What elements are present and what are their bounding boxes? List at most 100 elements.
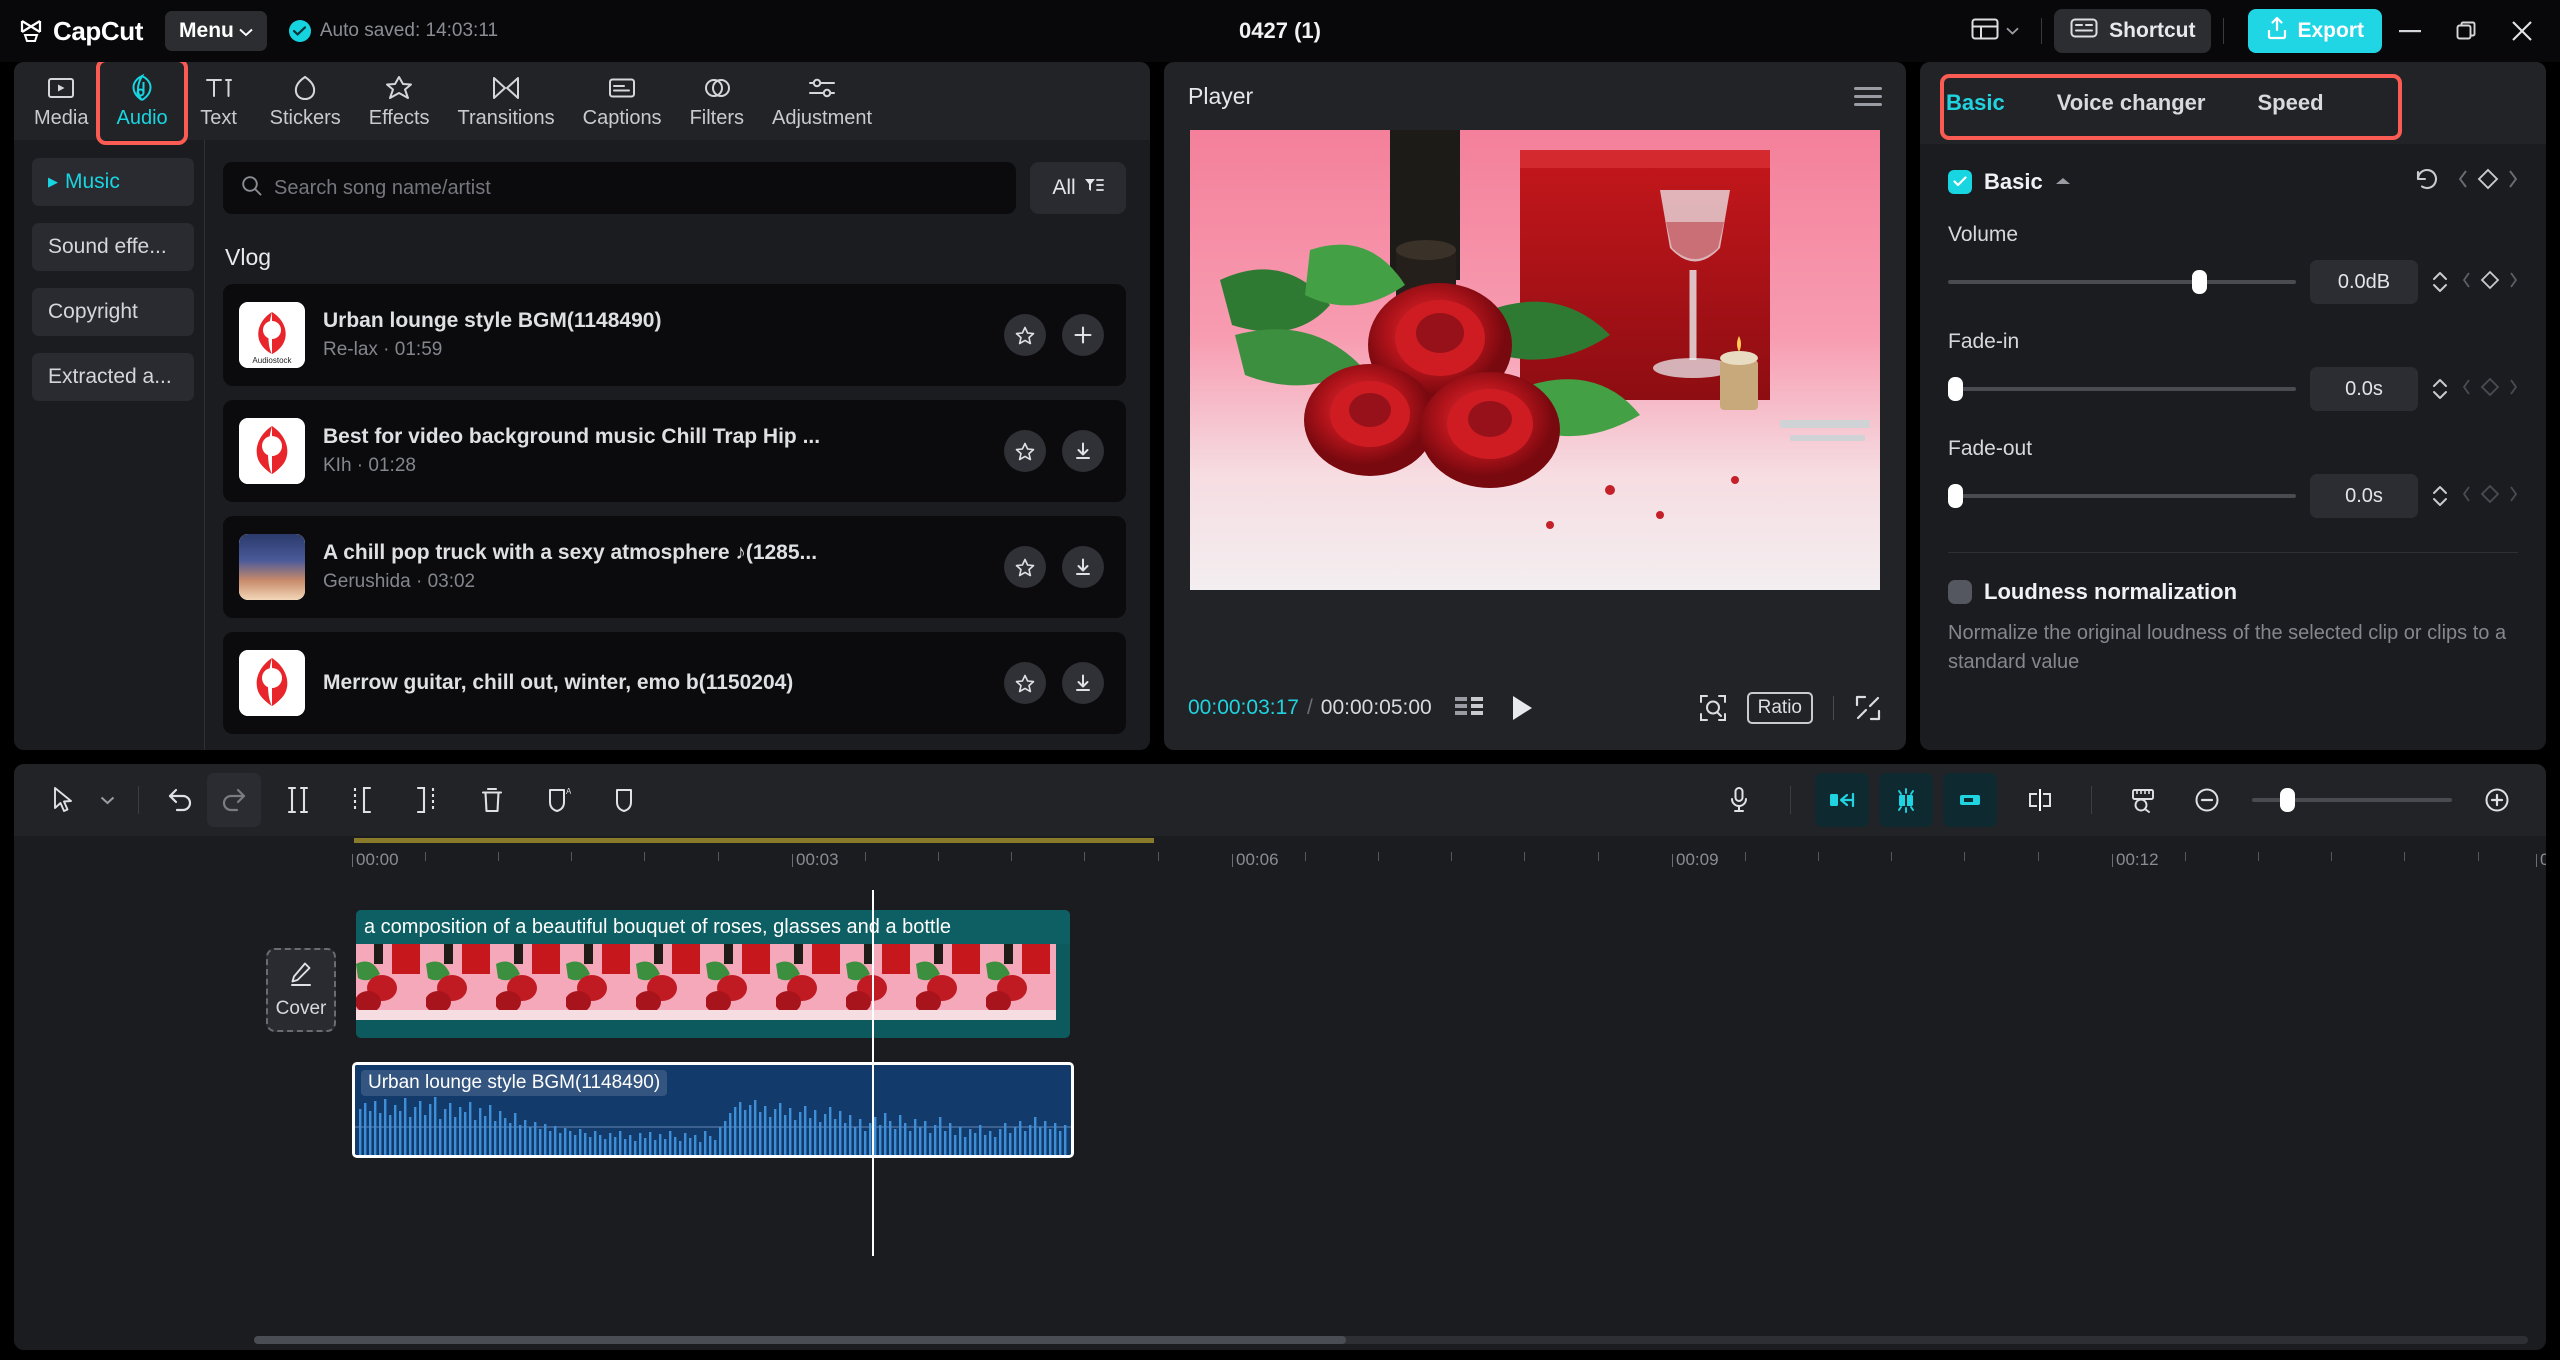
- snap-center-icon[interactable]: [1879, 773, 1933, 827]
- volume-stepper[interactable]: [2432, 271, 2448, 293]
- download-icon[interactable]: [1062, 430, 1104, 472]
- select-cursor-icon[interactable]: [36, 773, 90, 827]
- split-clip-icon[interactable]: [2013, 773, 2067, 827]
- fade-out-slider[interactable]: [1948, 484, 2296, 508]
- tab-audio[interactable]: Audio: [96, 62, 188, 145]
- search-input[interactable]: [274, 176, 998, 200]
- zoom-slider[interactable]: [2252, 788, 2452, 812]
- fade-in-value[interactable]: 0.0s: [2310, 367, 2418, 411]
- menu-button[interactable]: Menu: [165, 11, 267, 51]
- fade-out-value[interactable]: 0.0s: [2310, 474, 2418, 518]
- timeline-scrollbar[interactable]: [254, 1336, 2528, 1344]
- restore-icon[interactable]: [2438, 0, 2494, 62]
- category-music[interactable]: ▶ Music: [32, 158, 194, 206]
- category-copyright[interactable]: Copyright: [32, 288, 194, 336]
- timeline-tracks[interactable]: Cover a composition of a beautiful bouqu…: [14, 890, 2546, 1350]
- slider-knob[interactable]: [2191, 270, 2207, 294]
- layout-button[interactable]: [1961, 9, 2029, 54]
- keyframe-prev-icon[interactable]: [2458, 170, 2468, 193]
- keyframe-prev-icon[interactable]: [2462, 485, 2471, 507]
- undo-icon[interactable]: [153, 773, 207, 827]
- keyframe-diamond-icon[interactable]: [2480, 377, 2500, 402]
- tab-filters[interactable]: Filters: [676, 69, 758, 134]
- trim-left-icon[interactable]: [335, 773, 389, 827]
- shortcut-button[interactable]: Shortcut: [2054, 9, 2212, 53]
- playhead[interactable]: [872, 890, 874, 1256]
- split-icon[interactable]: [271, 773, 325, 827]
- loudness-checkbox[interactable]: [1948, 580, 1972, 604]
- ratio-button[interactable]: Ratio: [1746, 692, 1813, 724]
- add-to-timeline-icon[interactable]: [1062, 314, 1104, 356]
- keyframe-next-icon[interactable]: [2509, 271, 2518, 293]
- delete-trash-icon[interactable]: [465, 773, 519, 827]
- tab-text[interactable]: Text: [182, 69, 256, 134]
- timeline-ruler[interactable]: 00:00 00:03 00:06 00:09 00:12 0: [14, 836, 2546, 890]
- play-icon[interactable]: [1510, 694, 1534, 722]
- tab-captions[interactable]: Captions: [569, 69, 676, 134]
- reset-icon[interactable]: [2414, 166, 2440, 197]
- tab-transitions[interactable]: Transitions: [444, 69, 569, 134]
- keyframe-diamond-icon[interactable]: [2477, 168, 2499, 195]
- frame-grid-icon[interactable]: [1454, 695, 1484, 721]
- microphone-icon[interactable]: [1712, 773, 1766, 827]
- favorite-star-icon[interactable]: [1004, 430, 1046, 472]
- keyframe-prev-icon[interactable]: [2462, 271, 2471, 293]
- song-list-item[interactable]: Merrow guitar, chill out, winter, emo b(…: [223, 632, 1126, 734]
- tab-voice-changer[interactable]: Voice changer: [2057, 90, 2206, 116]
- download-icon[interactable]: [1062, 546, 1104, 588]
- slider-knob[interactable]: [2280, 788, 2295, 812]
- chevron-up-icon[interactable]: [2055, 173, 2071, 191]
- audio-clip[interactable]: Urban lounge style BGM(1148490): [352, 1062, 1074, 1158]
- cover-button[interactable]: Cover: [266, 948, 336, 1032]
- zoom-out-icon[interactable]: [2180, 773, 2234, 827]
- fade-in-stepper[interactable]: [2432, 378, 2448, 400]
- favorite-star-icon[interactable]: [1004, 314, 1046, 356]
- close-icon[interactable]: [2494, 0, 2550, 62]
- basic-checkbox[interactable]: [1948, 169, 1972, 194]
- category-extracted-audio[interactable]: Extracted a...: [32, 353, 194, 401]
- keyframe-prev-icon[interactable]: [2462, 378, 2471, 400]
- favorite-star-icon[interactable]: [1004, 662, 1046, 704]
- tab-effects[interactable]: Effects: [355, 69, 444, 134]
- volume-value[interactable]: 0.0dB: [2310, 260, 2418, 304]
- redo-icon[interactable]: [207, 773, 261, 827]
- slider-knob[interactable]: [1948, 484, 1963, 508]
- trim-right-icon[interactable]: [399, 773, 453, 827]
- snap-left-icon[interactable]: [1815, 773, 1869, 827]
- song-list-item[interactable]: Best for video background music Chill Tr…: [223, 400, 1126, 502]
- category-sound-effects[interactable]: Sound effe...: [32, 223, 194, 271]
- slider-knob[interactable]: [1948, 377, 1963, 401]
- video-clip[interactable]: a composition of a beautiful bouquet of …: [356, 910, 1070, 1038]
- download-icon[interactable]: [1062, 662, 1104, 704]
- keyframe-next-icon[interactable]: [2509, 378, 2518, 400]
- keyframe-next-icon[interactable]: [2508, 170, 2518, 193]
- ruler-zoom-icon[interactable]: [2116, 773, 2170, 827]
- volume-slider[interactable]: [1948, 270, 2296, 294]
- minimize-icon[interactable]: [2382, 0, 2438, 62]
- video-preview[interactable]: [1190, 130, 1880, 590]
- chevron-down-icon[interactable]: [90, 773, 124, 827]
- snap-right-icon[interactable]: [1943, 773, 1997, 827]
- tab-speed[interactable]: Speed: [2257, 90, 2323, 116]
- ai-mask-icon[interactable]: AI: [531, 773, 585, 827]
- export-button[interactable]: Export: [2248, 9, 2382, 53]
- fullscreen-icon[interactable]: [1854, 694, 1882, 722]
- tab-media[interactable]: Media: [20, 69, 102, 134]
- song-list-item[interactable]: Audiostock Urban lounge style BGM(114849…: [223, 284, 1126, 386]
- keyframe-diamond-icon[interactable]: [2480, 484, 2500, 509]
- keyframe-next-icon[interactable]: [2509, 485, 2518, 507]
- tab-basic[interactable]: Basic: [1946, 90, 2005, 116]
- favorite-star-icon[interactable]: [1004, 546, 1046, 588]
- keyframe-diamond-icon[interactable]: [2480, 270, 2500, 295]
- tab-adjustment[interactable]: Adjustment: [758, 69, 886, 134]
- filter-all-button[interactable]: All: [1030, 162, 1126, 214]
- tab-stickers[interactable]: Stickers: [256, 69, 355, 134]
- hamburger-icon[interactable]: [1854, 86, 1882, 106]
- fade-in-slider[interactable]: [1948, 377, 2296, 401]
- search-box[interactable]: [223, 162, 1016, 214]
- song-list-item[interactable]: A chill pop truck with a sexy atmosphere…: [223, 516, 1126, 618]
- mask-icon[interactable]: [597, 773, 651, 827]
- zoom-fit-icon[interactable]: [1699, 694, 1727, 722]
- zoom-in-icon[interactable]: [2470, 773, 2524, 827]
- fade-out-stepper[interactable]: [2432, 485, 2448, 507]
